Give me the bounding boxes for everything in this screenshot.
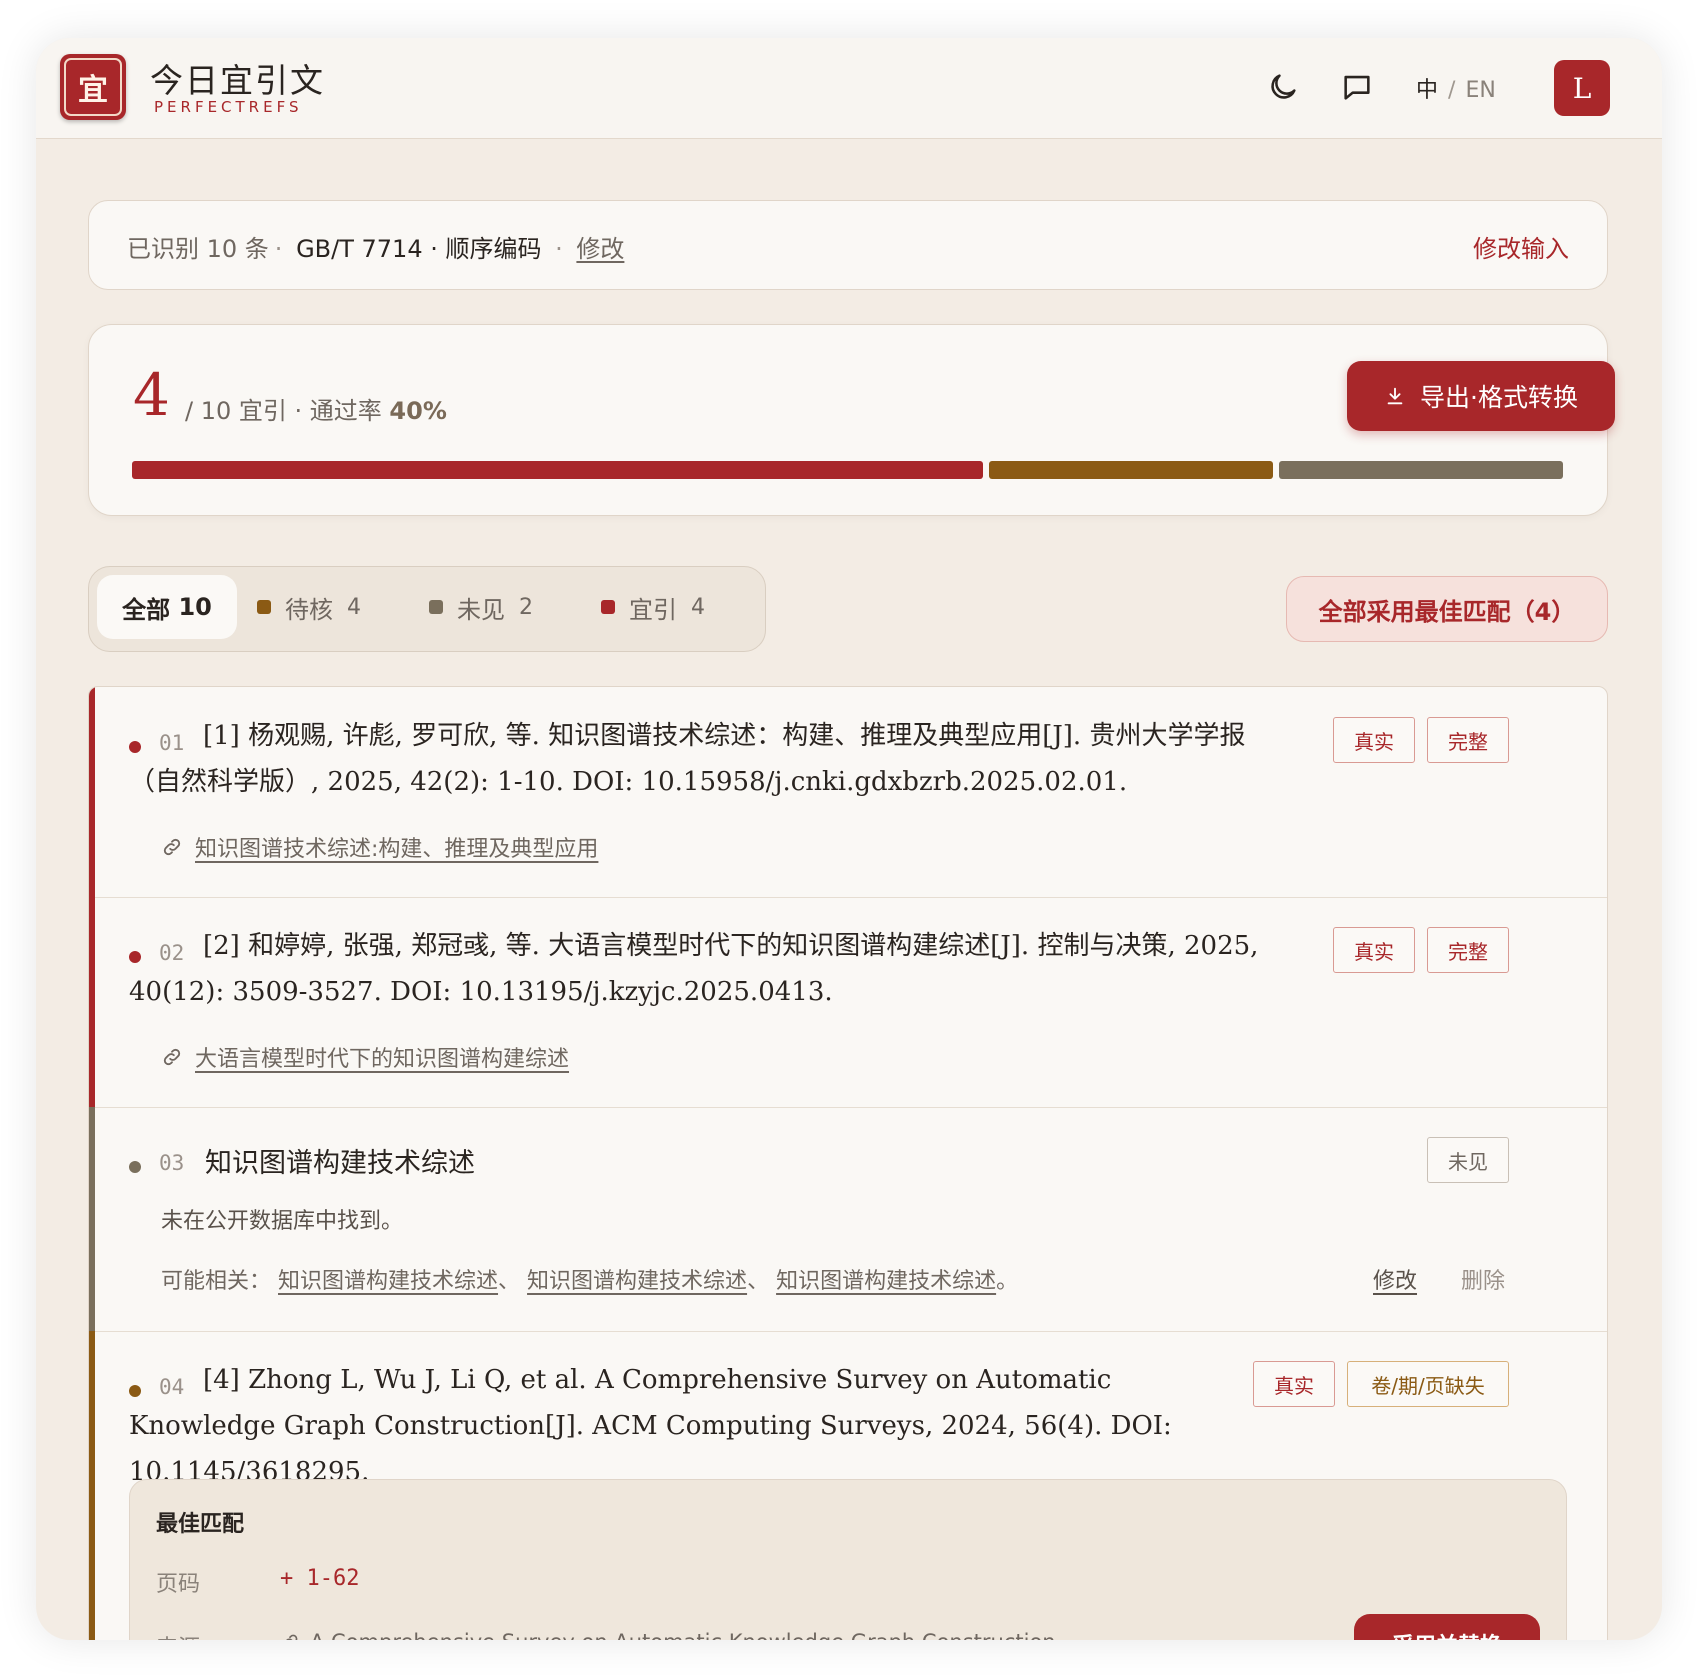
link-icon (163, 1048, 181, 1066)
status-stripe (89, 1331, 95, 1640)
badge-complete: 完整 (1427, 927, 1509, 973)
item-number: 03 (159, 1151, 185, 1175)
tab-all[interactable]: 全部 10 (97, 575, 237, 639)
top-header: 宜 今日宜引文 PERFECTREFS 中 / EN L (36, 38, 1662, 139)
badge-complete: 完整 (1427, 717, 1509, 763)
recognized-count: 已识别 10 条 (127, 235, 269, 263)
related-separator: 、 (747, 1269, 770, 1294)
list-item: 04 [4] Zhong L, Wu J, Li Q, et al. A Com… (89, 1331, 1607, 1640)
lang-en-option[interactable]: EN (1465, 78, 1495, 103)
lang-separator: / (1448, 78, 1456, 103)
badge-authentic: 真实 (1333, 927, 1415, 973)
stats-total-text: / 10 宜引 · 通过率 (185, 397, 382, 425)
delete-reference-button[interactable]: 删除 (1461, 1263, 1505, 1295)
source-label: 来源 (156, 1630, 200, 1640)
possibly-related-list: 可能相关： 知识图谱构建技术综述、 知识图谱构建技术综述、 知识图谱构建技术综述… (161, 1263, 1018, 1295)
tab-cite[interactable]: 宜引 4 (601, 575, 705, 639)
separator-dot: · (274, 235, 283, 263)
tab-pending-label: 待核 (285, 595, 333, 624)
best-match-heading: 最佳匹配 (156, 1512, 245, 1537)
badge-authentic: 真实 (1333, 717, 1415, 763)
list-item: 03 知识图谱构建技术综述 未见 未在公开数据库中找到。 可能相关： 知识图谱构… (89, 1107, 1607, 1332)
export-label: 导出·格式转换 (1420, 383, 1578, 412)
status-stripe (89, 1107, 95, 1331)
matched-source-title: 知识图谱技术综述:构建、推理及典型应用 (195, 837, 599, 862)
tab-all-label: 全部 (122, 595, 171, 624)
status-stripe (89, 687, 95, 897)
tab-cite-count: 4 (691, 594, 705, 620)
status-stripe (89, 897, 95, 1107)
tab-pending-count: 4 (347, 594, 361, 620)
not-found-note: 未在公开数据库中找到。 (161, 1209, 404, 1234)
tab-cite-label: 宜引 (629, 595, 677, 624)
app-window: 宜 今日宜引文 PERFECTREFS 中 / EN L 已识别 10 条 · GB/… (36, 38, 1662, 1640)
feedback-chat-icon[interactable] (1340, 70, 1374, 104)
progress-segment-3 (1279, 461, 1563, 479)
source-title: A Comprehensive Survey on Automatic Know… (310, 1630, 1056, 1640)
best-match-panel: 最佳匹配 页码 + 1-62 来源 A Comprehensive Survey… (129, 1479, 1567, 1640)
passed-count: 4 (133, 361, 170, 429)
matched-source-link[interactable]: 知识图谱技术综述:构建、推理及典型应用 (161, 831, 598, 863)
pass-rate: 40% (389, 397, 447, 425)
tab-unseen[interactable]: 未见 2 (429, 575, 533, 639)
export-format-button[interactable]: 导出·格式转换 (1347, 361, 1615, 431)
related-link[interactable]: 知识图谱构建技术综述 (776, 1269, 996, 1294)
citation-standard: GB/T 7714 · 顺序编码 (296, 235, 542, 263)
adopt-all-best-match-button[interactable]: 全部采用最佳匹配（4） (1286, 576, 1608, 642)
related-label: 可能相关： (161, 1269, 272, 1294)
cite-status-square-icon (601, 600, 615, 614)
app-subtitle: PERFECTREFS (154, 98, 303, 116)
list-item: 01 [1] 杨观赐, 许彪, 罗可欣, 等. 知识图谱技术综述：构建、推理及典… (89, 687, 1607, 898)
link-icon (163, 838, 181, 856)
recognition-summary-bar: 已识别 10 条 · GB/T 7714 · 顺序编码 · 修改 修改输入 (88, 200, 1608, 290)
modify-input-link[interactable]: 修改输入 (1473, 229, 1569, 264)
adopt-and-replace-button[interactable]: 采用并替换 (1354, 1614, 1540, 1640)
status-dot (129, 1161, 141, 1173)
reference-text[interactable]: [2] 和婷婷, 张强, 郑冠彧, 等. 大语言模型时代下的知识图谱构建综述[J… (129, 923, 1279, 1015)
reference-text[interactable]: [1] 杨观赐, 许彪, 罗可欣, 等. 知识图谱技术综述：构建、推理及典型应用… (129, 713, 1279, 805)
lang-zh-option[interactable]: 中 (1416, 78, 1438, 103)
edit-reference-button[interactable]: 修改 (1373, 1263, 1417, 1295)
dark-mode-moon-icon[interactable] (1266, 70, 1300, 104)
separator-dot: · (555, 235, 563, 263)
matched-source-title: 大语言模型时代下的知识图谱构建综述 (195, 1047, 570, 1072)
matched-source-link[interactable]: 大语言模型时代下的知识图谱构建综述 (161, 1041, 569, 1073)
reference-text[interactable]: 知识图谱构建技术综述 (205, 1141, 475, 1180)
related-end: 。 (996, 1269, 1019, 1294)
tab-all-count: 10 (178, 593, 212, 621)
app-name: 今日宜引文 (150, 61, 325, 100)
progress-segment-2 (989, 461, 1273, 479)
progress-segment-1 (132, 461, 983, 479)
reference-list: 01 [1] 杨观赐, 许彪, 罗可欣, 等. 知识图谱技术综述：构建、推理及典… (88, 686, 1608, 1640)
page-value: + 1-62 (280, 1566, 360, 1591)
edit-standard-link[interactable]: 修改 (576, 235, 624, 263)
download-icon (1387, 387, 1403, 405)
related-separator: 、 (498, 1269, 521, 1294)
app-logo[interactable]: 宜 (60, 54, 126, 120)
badge-authentic: 真实 (1253, 1361, 1335, 1407)
badge-missing-volume: 卷/期/页缺失 (1347, 1361, 1509, 1407)
pending-status-square-icon (257, 600, 271, 614)
unseen-status-square-icon (429, 600, 443, 614)
list-item: 02 [2] 和婷婷, 张强, 郑冠彧, 等. 大语言模型时代下的知识图谱构建综… (89, 897, 1607, 1108)
status-filter-tabs: 全部 10 待核 4 未见 2 宜引 4 (88, 566, 766, 652)
tab-unseen-count: 2 (519, 594, 533, 620)
user-avatar[interactable]: L (1554, 60, 1610, 116)
reference-text[interactable]: [4] Zhong L, Wu J, Li Q, et al. A Compre… (129, 1357, 1229, 1495)
related-link[interactable]: 知识图谱构建技术综述 (278, 1269, 498, 1294)
tab-unseen-label: 未见 (457, 595, 505, 624)
tab-pending[interactable]: 待核 4 (257, 575, 361, 639)
related-link[interactable]: 知识图谱构建技术综述 (527, 1269, 747, 1294)
link-icon (286, 1634, 298, 1640)
page-label: 页码 (156, 1572, 201, 1597)
badge-unseen: 未见 (1427, 1137, 1509, 1183)
logo-glyph: 宜 (64, 58, 122, 116)
language-switcher: 中 / EN (1416, 72, 1496, 104)
source-link[interactable]: A Comprehensive Survey on Automatic Know… (280, 1630, 1056, 1640)
stats-card: 4 / 10 宜引 · 通过率 40% 导出·格式转换 (88, 324, 1615, 516)
